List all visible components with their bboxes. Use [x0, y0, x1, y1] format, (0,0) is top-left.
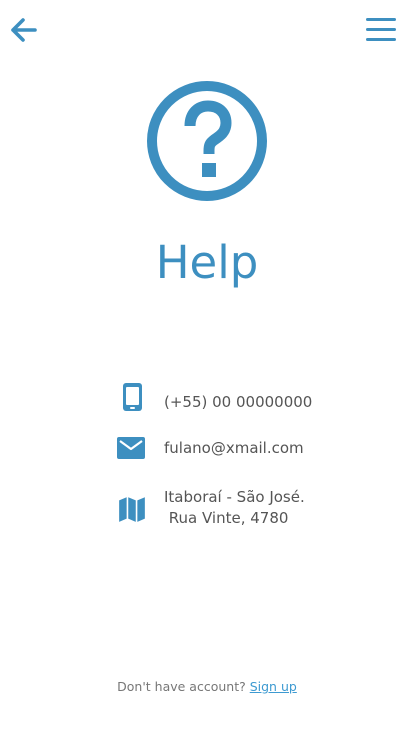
menu-button[interactable] — [365, 16, 397, 44]
signup-prompt: Don't have account? Sign up — [0, 679, 414, 694]
map-icon — [119, 497, 145, 522]
arrow-left-icon — [11, 18, 37, 42]
phone-number[interactable]: (+55) 00 00000000 — [164, 392, 312, 413]
email-address[interactable]: fulano@xmail.com — [164, 438, 304, 459]
mobile-phone-icon — [123, 383, 142, 411]
page-title: Help — [155, 236, 259, 289]
address-line-2: Rua Vinte, 4780 — [164, 509, 289, 527]
hero-icon-wrapper — [146, 80, 268, 202]
envelope-icon — [117, 437, 145, 459]
help-screen: Help (+55) 00 00000000 fulano@xmail.com … — [0, 0, 414, 736]
back-button[interactable] — [10, 17, 38, 43]
question-circle-icon — [147, 81, 267, 201]
signup-prompt-text: Don't have account? — [117, 679, 250, 694]
hamburger-menu-icon — [366, 18, 396, 41]
address-line-1: Itaboraí - São José. — [164, 488, 305, 506]
signup-link[interactable]: Sign up — [250, 679, 297, 694]
